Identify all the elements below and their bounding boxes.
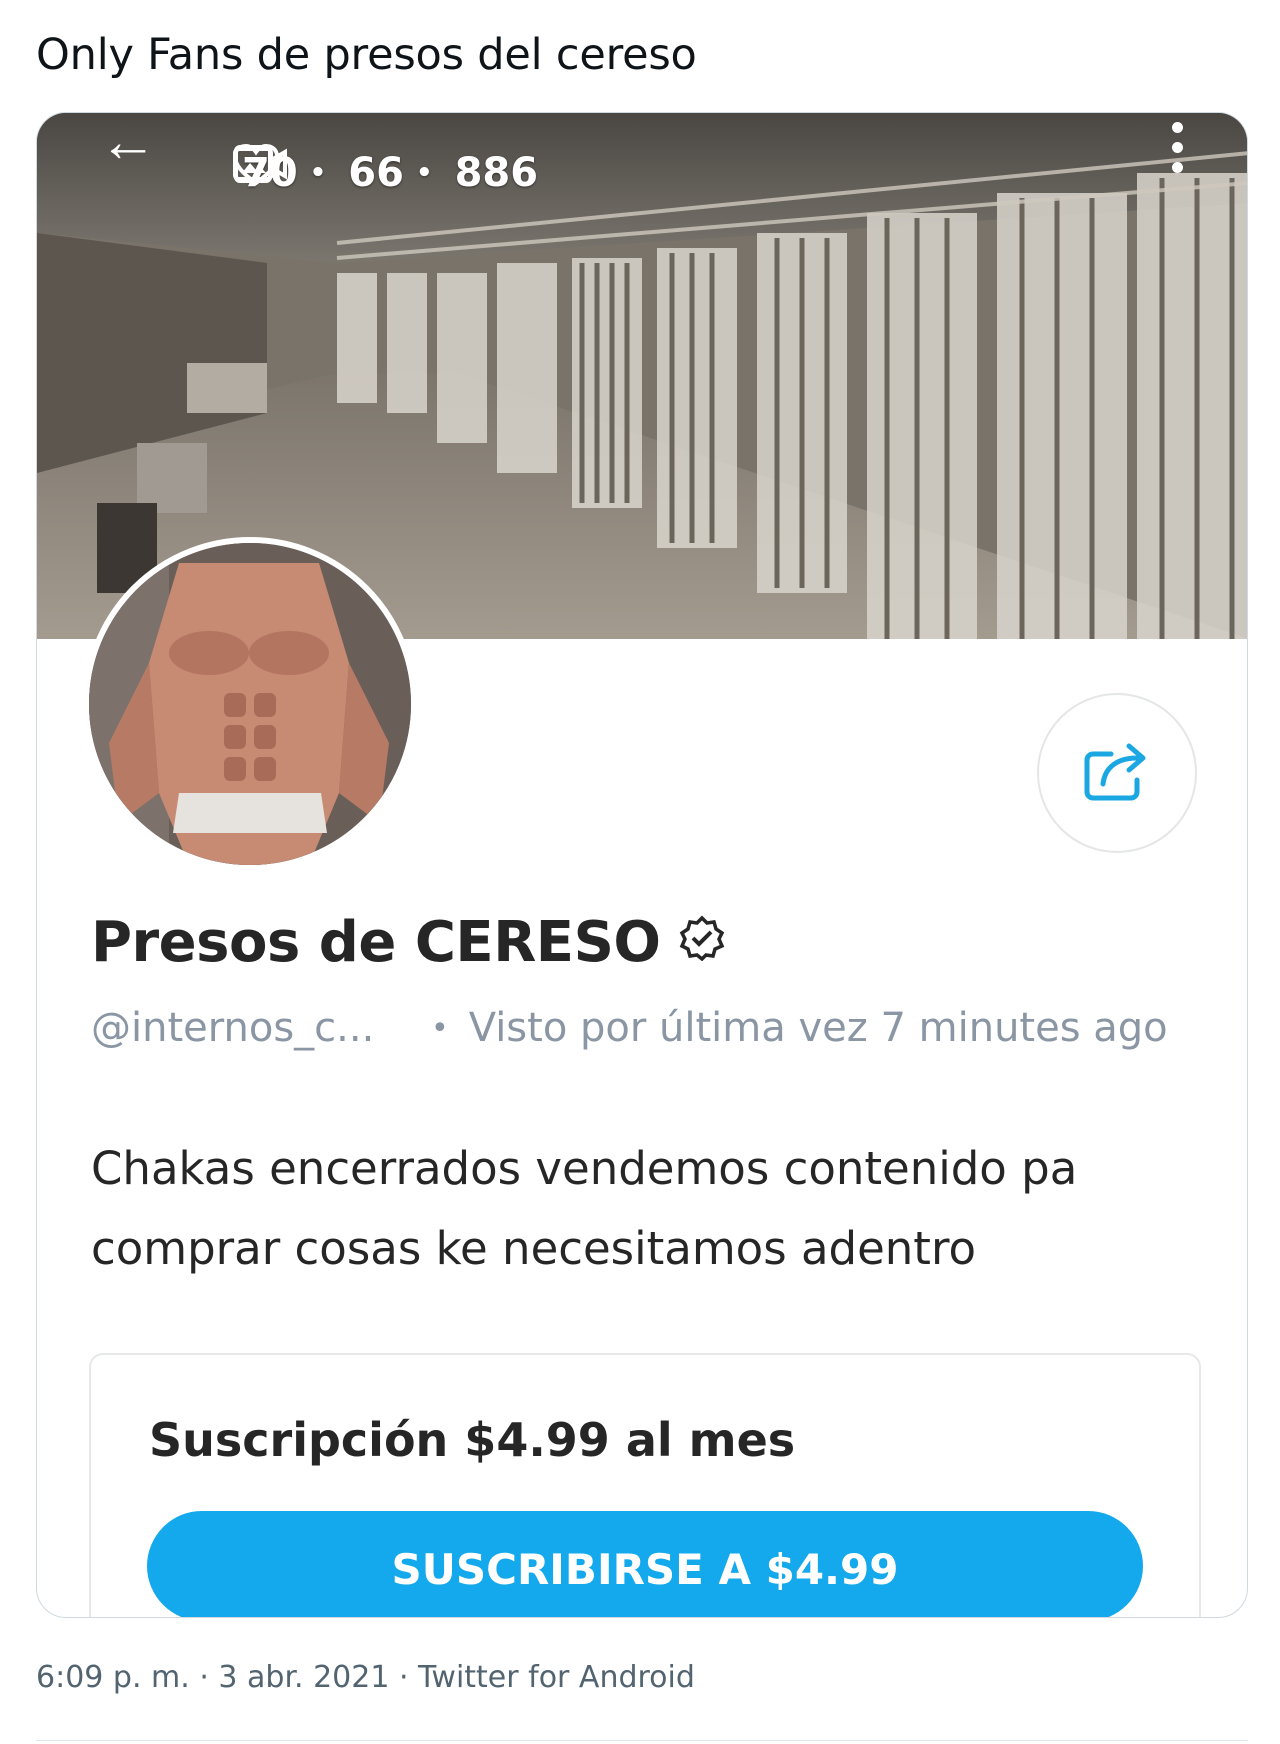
profile-stats: 70 • 66 • 886 — [232, 143, 538, 203]
tweet-media-card[interactable]: ← 70 • 66 • 886 Presos de CERESO @intern… — [36, 112, 1248, 1618]
avatar[interactable] — [83, 537, 417, 871]
profile-name: Presos de CERESO — [91, 910, 725, 975]
subscription-box: Suscripción $4.99 al mes SUSCRIBIRSE A $… — [89, 1353, 1201, 1617]
last-seen: Visto por última vez 7 minutes ago — [468, 1005, 1168, 1051]
videos-count: 66 — [348, 150, 404, 196]
back-arrow-icon[interactable]: ← — [99, 113, 157, 171]
share-button[interactable] — [1037, 693, 1197, 853]
share-icon — [1083, 740, 1151, 807]
meta-separator: • — [431, 1010, 449, 1046]
subscribe-button[interactable]: SUSCRIBIRSE A $4.99 — [147, 1511, 1143, 1617]
likes-count: 886 — [454, 150, 539, 196]
avatar-image — [89, 543, 411, 865]
divider — [36, 1740, 1248, 1741]
subscription-title: Suscripción $4.99 al mes — [149, 1413, 796, 1467]
profile-meta: @internos_c... • Visto por última vez 7 … — [91, 1005, 1168, 1051]
verified-badge-icon — [679, 910, 725, 975]
tweet-text: Only Fans de presos del cereso — [36, 30, 697, 80]
profile-name-text: Presos de CERESO — [91, 910, 661, 975]
profile-handle[interactable]: @internos_c... — [91, 1005, 431, 1051]
tweet-timestamp[interactable]: 6:09 p. m. · 3 abr. 2021 · Twitter for A… — [36, 1660, 695, 1695]
profile-bio: Chakas encerrados vendemos contenido pa … — [91, 1142, 1078, 1275]
more-vertical-icon[interactable] — [1167, 119, 1187, 173]
